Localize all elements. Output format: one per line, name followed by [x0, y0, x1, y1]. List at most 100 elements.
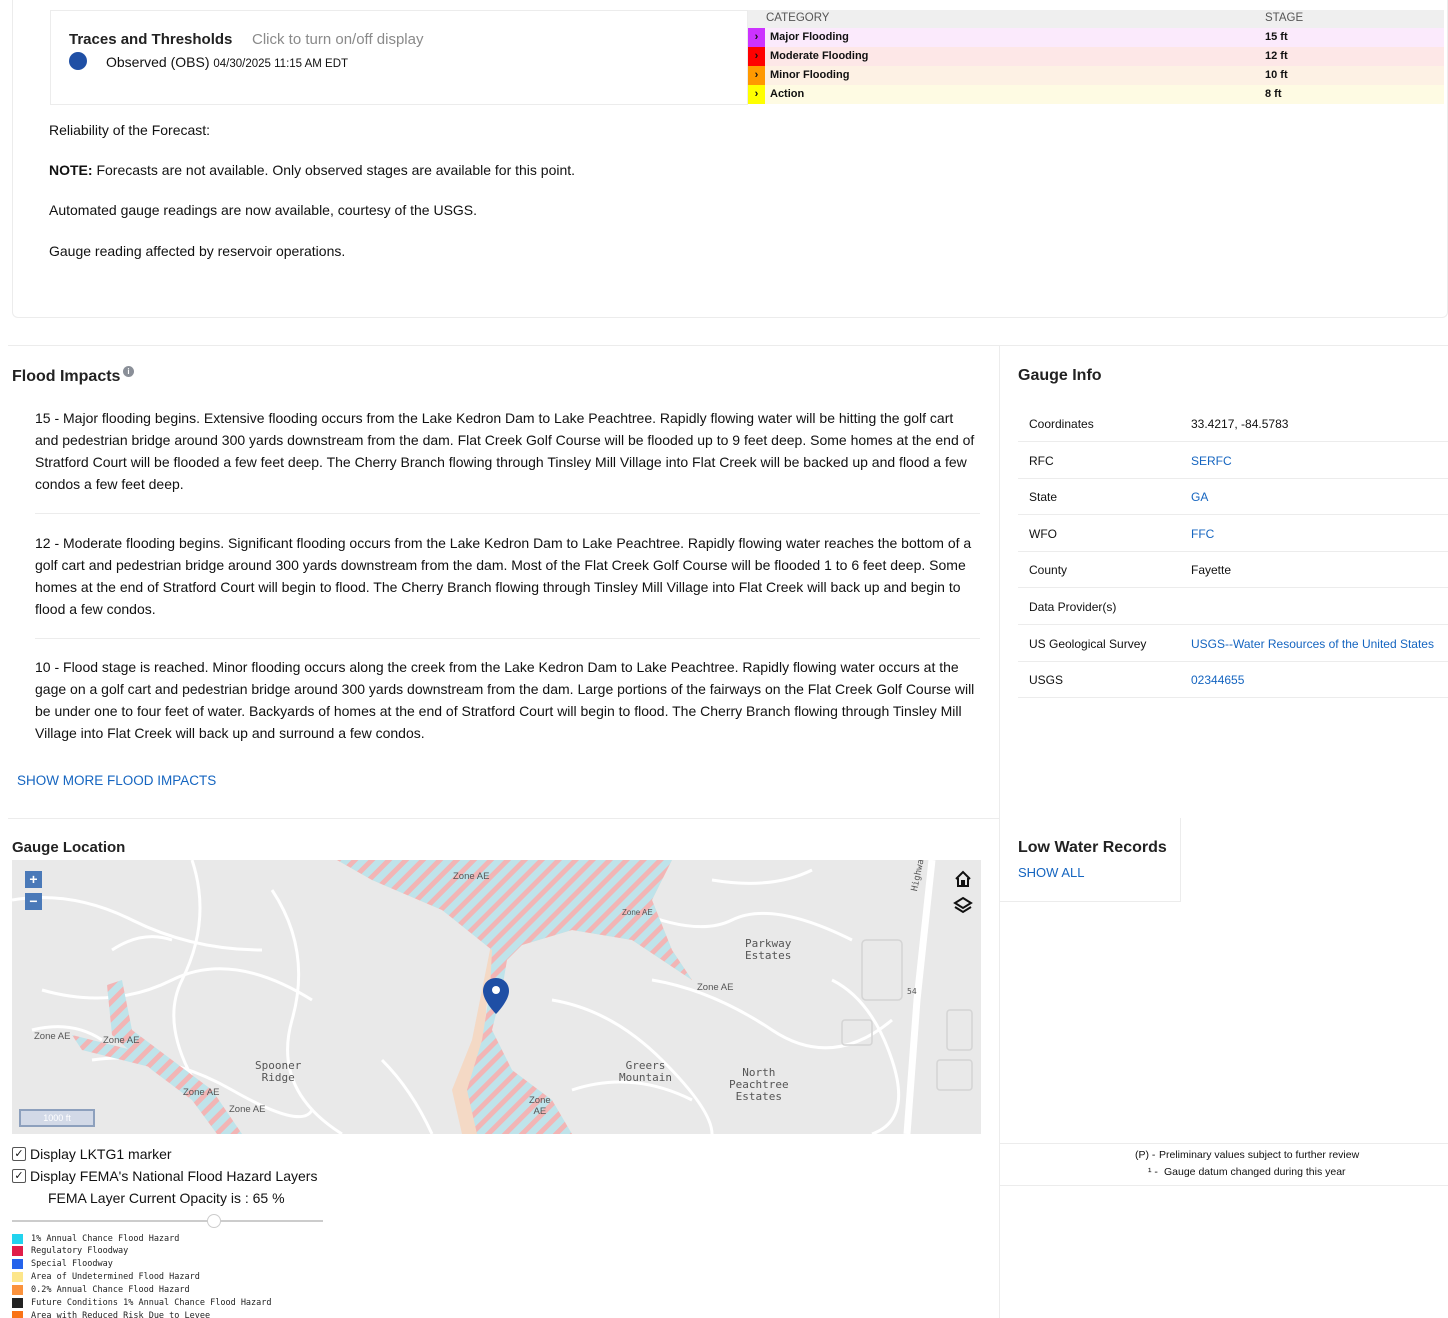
- layers-icon[interactable]: [952, 895, 974, 917]
- gauge-info-link[interactable]: USGS--Water Resources of the United Stat…: [1191, 637, 1434, 651]
- opacity-label: FEMA Layer Current Opacity is : 65 %: [48, 1190, 285, 1206]
- gauge-info-key: State: [1029, 490, 1058, 505]
- low-water-records-title: Low Water Records: [1018, 839, 1167, 856]
- gauge-info-title: Gauge Info: [1018, 367, 1102, 384]
- category-stage: 10 ft: [1265, 69, 1288, 81]
- place-label: North Peachtree Estates: [729, 1066, 789, 1103]
- footnotes: (P) - Preliminary values subject to furt…: [999, 1143, 1448, 1186]
- show-more-flood-impacts-link[interactable]: SHOW MORE FLOOD IMPACTS: [17, 773, 216, 788]
- observed-time: 04/30/2025 11:15 AM EDT: [213, 58, 349, 70]
- legend-swatch: [12, 1246, 23, 1257]
- section-divider: [8, 345, 1448, 346]
- flood-impact-item: 12 - Moderate flooding begins. Significa…: [35, 535, 972, 617]
- category-name: Moderate Flooding: [770, 50, 869, 62]
- legend-item: Special Floodway: [12, 1258, 113, 1271]
- info-icon[interactable]: i: [123, 366, 134, 377]
- flood-impact-item: 15 - Major flooding begins. Extensive fl…: [35, 410, 975, 492]
- stage-header: STAGE: [1265, 12, 1304, 24]
- gauge-info-link[interactable]: 02344655: [1191, 673, 1244, 687]
- prelim-text: Preliminary values subject to further re…: [1159, 1149, 1360, 1161]
- home-icon[interactable]: [952, 868, 974, 890]
- gauge-map[interactable]: + − Parkway Estates Spooner Ridge Greers…: [12, 860, 981, 1134]
- zone-label: Zone AE: [229, 1104, 266, 1115]
- gauge-info-value: 33.4217, -84.5783: [1191, 417, 1289, 431]
- legend-swatch: [12, 1259, 23, 1270]
- zoom-in-button[interactable]: +: [25, 871, 42, 888]
- note-text: Forecasts are not available. Only observ…: [92, 162, 576, 178]
- gauge-info-key: US Geological Survey: [1029, 636, 1147, 651]
- opacity-slider-thumb[interactable]: [207, 1214, 222, 1228]
- category-stage: 8 ft: [1265, 88, 1282, 100]
- zone-label: Zone AE: [697, 982, 734, 993]
- category-stage: 15 ft: [1265, 31, 1288, 43]
- display-marker-checkbox[interactable]: ✓: [12, 1147, 26, 1161]
- category-stage: 12 ft: [1265, 50, 1288, 62]
- legend-item: Regulatory Floodway: [12, 1245, 128, 1258]
- show-all-link[interactable]: SHOW ALL: [1018, 865, 1084, 880]
- legend-swatch: [12, 1310, 23, 1318]
- gauge-info-value: Fayette: [1191, 563, 1232, 578]
- route-label: 54: [907, 987, 917, 996]
- observed-label-text: Observed (OBS): [106, 54, 210, 70]
- place-label: Greers Mountain: [619, 1059, 672, 1084]
- reliability-label: Reliability of the Forecast:: [49, 122, 211, 138]
- traces-title: Traces and Thresholds: [69, 31, 233, 48]
- zone-label: Zone AE: [103, 1035, 140, 1046]
- flood-impacts-title: Flood Impacts: [12, 368, 121, 385]
- gauge-info-link[interactable]: GA: [1191, 490, 1208, 504]
- legend-label: Regulatory Floodway: [31, 1246, 129, 1257]
- display-marker-option[interactable]: ✓ Display LKTG1 marker: [12, 1146, 172, 1162]
- gauge-info-row: WFO FFC: [1018, 515, 1448, 552]
- gauge-marker-icon[interactable]: [483, 978, 509, 1019]
- legend-swatch: [12, 1285, 23, 1296]
- category-row[interactable]: › Minor Flooding 10 ft: [748, 66, 1444, 85]
- zone-label: Zone AE: [622, 908, 653, 917]
- legend-item: Future Conditions 1% Annual Chance Flood…: [12, 1297, 272, 1310]
- zone-label: Zone AE: [34, 1031, 71, 1042]
- gauge-info-key: USGS: [1029, 673, 1064, 688]
- place-label: Parkway Estates: [745, 937, 792, 962]
- impact-divider: [35, 638, 980, 639]
- legend-label: Area with Reduced Risk Due to Levee: [31, 1310, 211, 1318]
- datum-key: ¹ -: [1148, 1166, 1158, 1178]
- category-name: Major Flooding: [770, 31, 849, 43]
- gauge-info-row: Coordinates 33.4217, -84.5783: [1018, 405, 1448, 442]
- gauge-info-row: Data Provider(s): [1018, 588, 1448, 625]
- category-name: Minor Flooding: [770, 69, 850, 81]
- category-row[interactable]: › Action 8 ft: [748, 85, 1444, 104]
- chevron-right-icon[interactable]: ›: [748, 47, 765, 66]
- gauge-info-key: WFO: [1029, 526, 1057, 541]
- reservoir-note: Gauge reading affected by reservoir oper…: [49, 243, 346, 259]
- zone-label: Zone AE: [453, 871, 490, 882]
- opacity-slider-track[interactable]: [12, 1220, 323, 1222]
- legend-label: Area of Undetermined Flood Hazard: [31, 1272, 200, 1283]
- observed-trace-label[interactable]: Observed (OBS) 04/30/2025 11:15 AM EDT: [106, 54, 348, 70]
- chevron-right-icon[interactable]: ›: [748, 66, 765, 85]
- zone-label: Zone AE: [529, 1095, 551, 1117]
- legend-swatch: [12, 1298, 23, 1308]
- gauge-info-link[interactable]: FFC: [1191, 527, 1214, 541]
- datum-text: Gauge datum changed during this year: [1164, 1166, 1346, 1178]
- display-fema-checkbox[interactable]: ✓: [12, 1169, 26, 1183]
- chevron-right-icon[interactable]: ›: [748, 28, 765, 47]
- observed-trace-toggle[interactable]: [69, 52, 87, 70]
- gauge-info-row: State GA: [1018, 478, 1448, 516]
- category-row[interactable]: › Major Flooding 15 ft: [748, 28, 1444, 47]
- category-header: CATEGORY: [766, 12, 830, 24]
- legend-item: Area with Reduced Risk Due to Levee: [12, 1309, 210, 1318]
- display-fema-option[interactable]: ✓ Display FEMA's National Flood Hazard L…: [12, 1168, 317, 1184]
- zone-label: Zone AE: [183, 1087, 220, 1098]
- flood-category-table: CATEGORY STAGE › Major Flooding 15 ft › Mode…: [748, 10, 1444, 104]
- legend-item: Area of Undetermined Flood Hazard: [12, 1271, 200, 1284]
- zoom-out-button[interactable]: −: [25, 893, 42, 910]
- category-row[interactable]: › Moderate Flooding 12 ft: [748, 47, 1444, 66]
- traces-hint: Click to turn on/off display: [252, 31, 424, 48]
- forecast-note: NOTE: Forecasts are not available. Only …: [49, 162, 575, 178]
- category-name: Action: [770, 88, 805, 100]
- chevron-right-icon[interactable]: ›: [748, 85, 765, 104]
- low-water-records-box: [999, 818, 1181, 902]
- gauge-info-link[interactable]: SERFC: [1191, 454, 1232, 468]
- legend-item: 0.2% Annual Chance Flood Hazard: [12, 1284, 190, 1297]
- gauge-info-row: RFC SERFC: [1018, 442, 1448, 479]
- legend-item: 1% Annual Chance Flood Hazard: [12, 1232, 179, 1245]
